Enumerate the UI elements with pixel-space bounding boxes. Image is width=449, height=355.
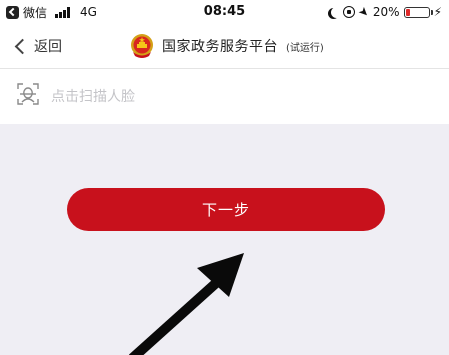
next-button[interactable]: 下一步 bbox=[67, 188, 385, 231]
rotation-lock-icon bbox=[342, 6, 355, 18]
charging-icon: ⚡ bbox=[433, 5, 442, 19]
battery-percent: 20% bbox=[372, 5, 400, 19]
status-right: ➤ 20% ⚡ bbox=[328, 3, 442, 21]
chevron-left-icon bbox=[14, 38, 31, 54]
national-emblem-icon bbox=[131, 34, 153, 58]
back-button[interactable]: 返回 bbox=[14, 24, 62, 68]
back-label: 返回 bbox=[34, 39, 62, 55]
location-icon: ➤ bbox=[355, 3, 373, 21]
battery-icon bbox=[403, 6, 433, 18]
battery-level bbox=[405, 8, 410, 16]
nav-title-group: 国家政务服务平台 (试运行) bbox=[128, 24, 324, 68]
page-title-suffix: (试运行) bbox=[286, 42, 324, 54]
status-bar: 微信 4G 08:45 ➤ 20% ⚡ bbox=[0, 0, 449, 24]
nav-bar: 返回 国家政务服务平台 (试运行) bbox=[0, 24, 449, 68]
moon-icon bbox=[331, 7, 342, 18]
face-scan-label: 点击扫描人脸 bbox=[51, 89, 135, 105]
face-scan-icon bbox=[17, 83, 39, 105]
face-scan-row[interactable]: 点击扫描人脸 bbox=[0, 68, 449, 124]
page-title: 国家政务服务平台 bbox=[162, 39, 278, 55]
